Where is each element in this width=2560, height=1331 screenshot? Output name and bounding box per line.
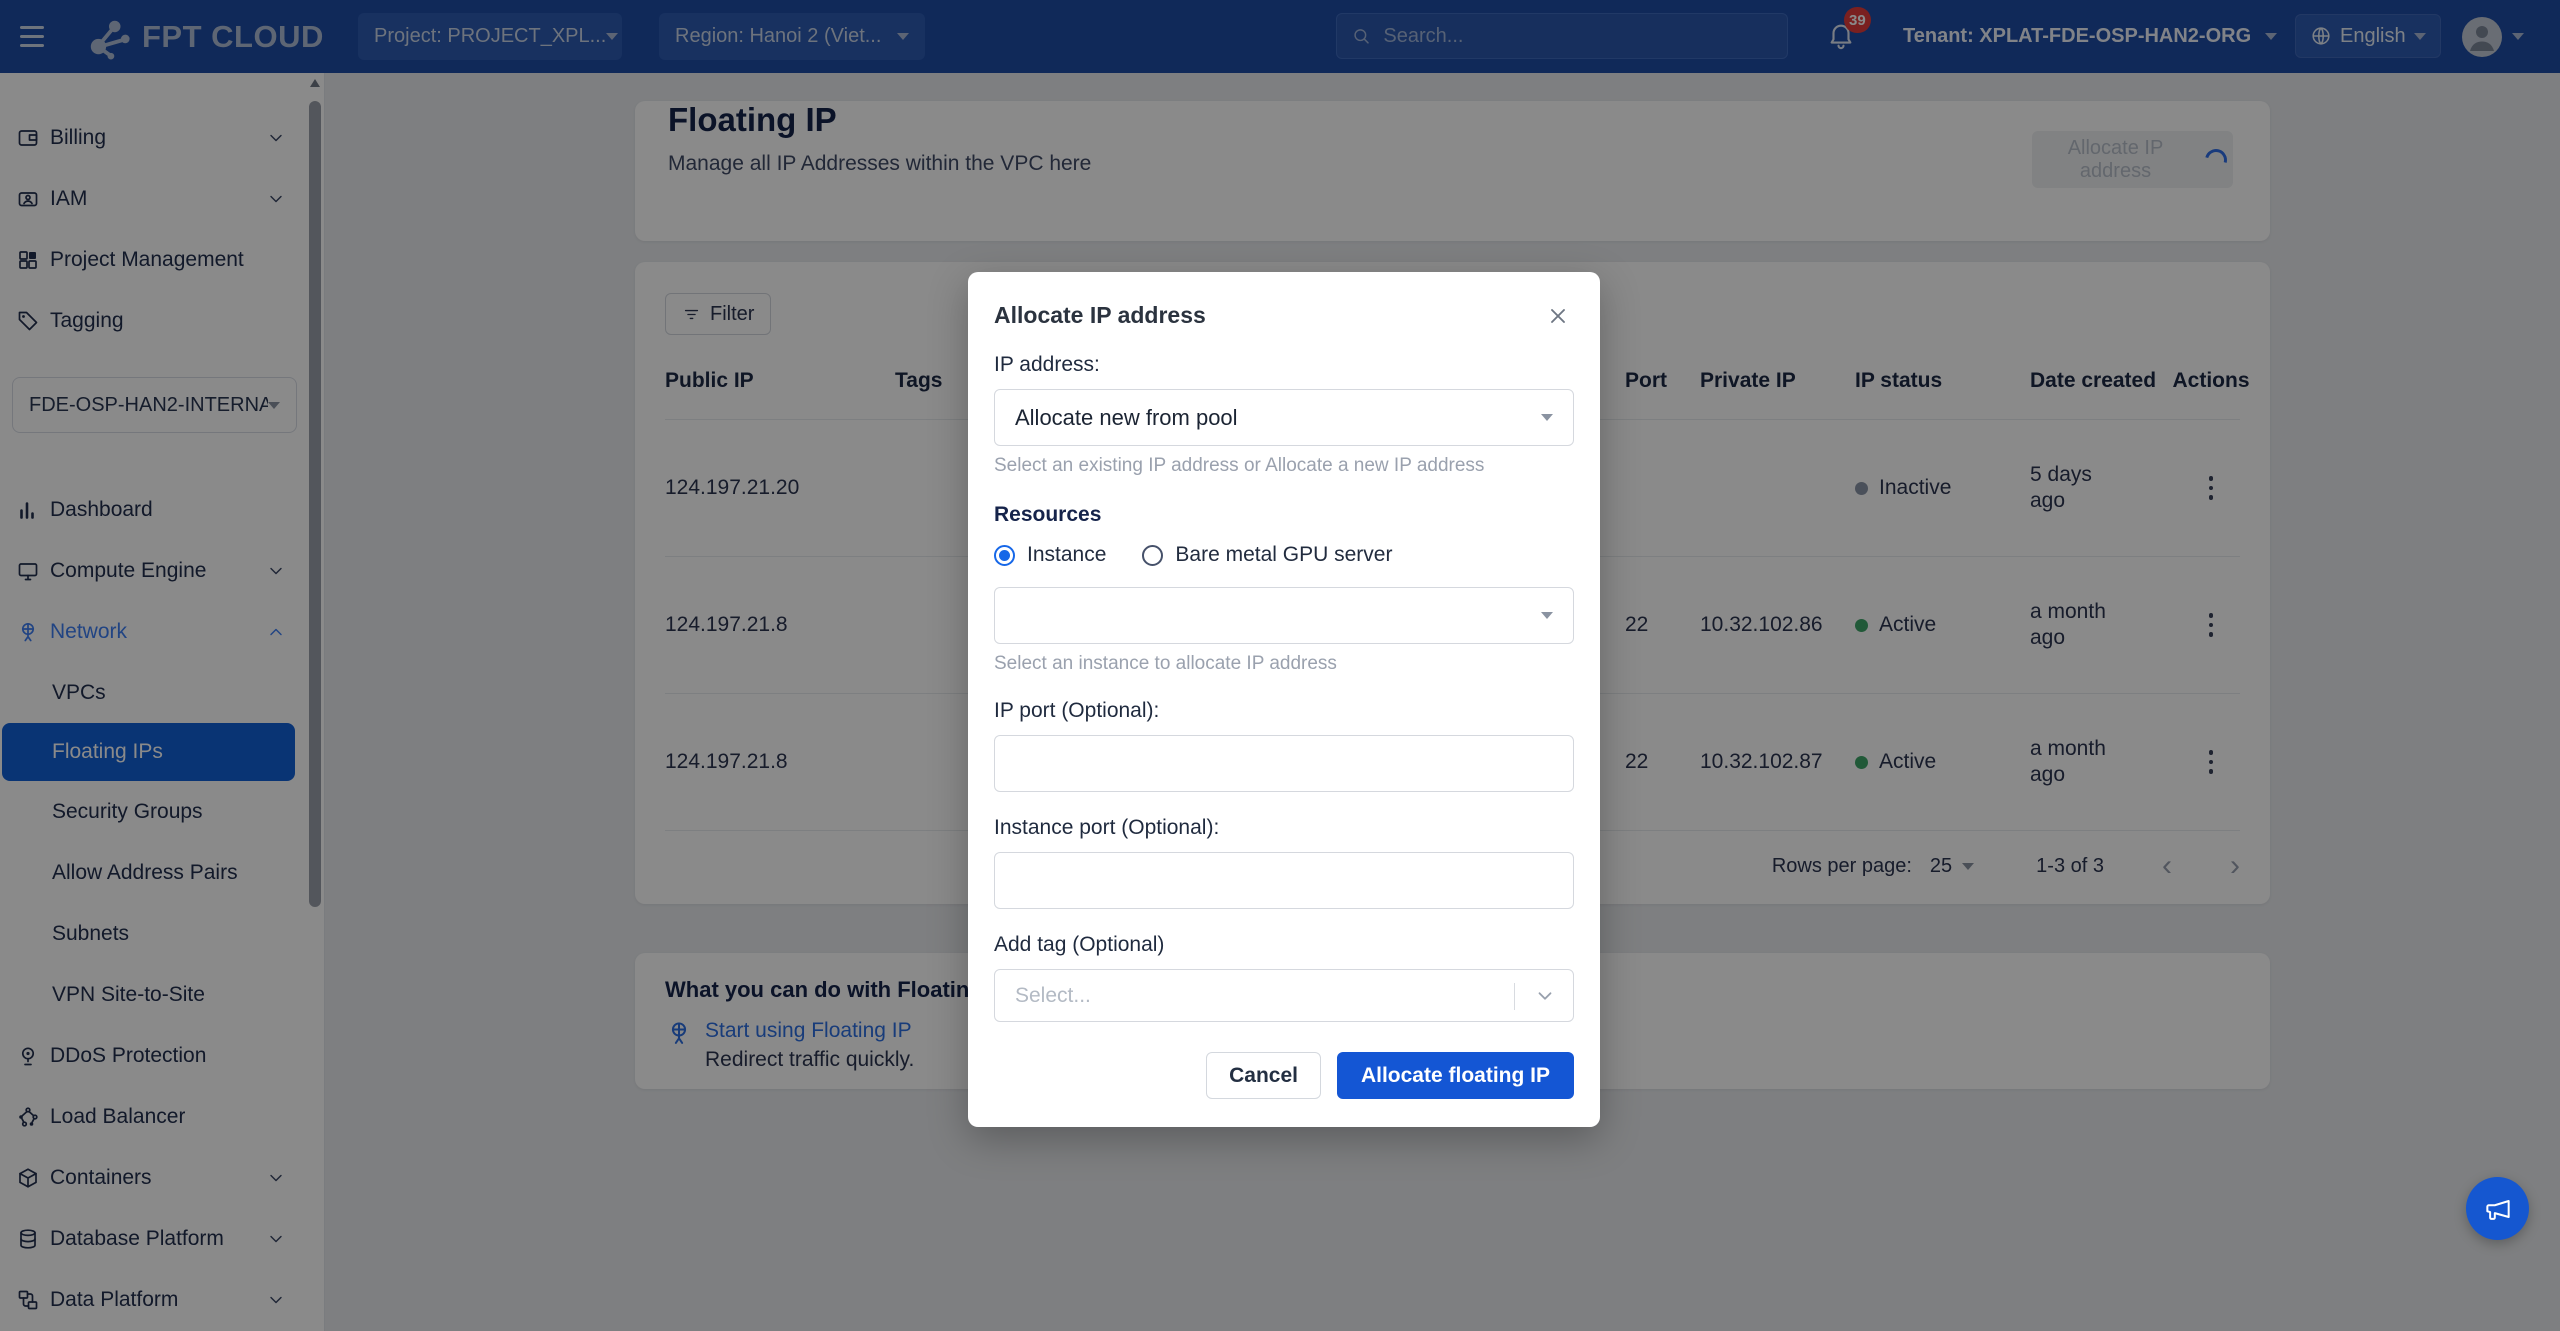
chevron-down-icon xyxy=(1541,612,1553,619)
allocate-ip-address-modal: Allocate IP address IP address: Allocate… xyxy=(968,272,1600,1127)
tag-select-placeholder: Select... xyxy=(1015,984,1091,1008)
instance-select[interactable] xyxy=(994,587,1574,644)
add-tag-select[interactable]: Select... xyxy=(994,969,1574,1022)
chevron-down-icon xyxy=(1534,985,1556,1007)
ip-address-helper: Select an existing IP address or Allocat… xyxy=(994,455,1574,477)
radio-instance[interactable]: Instance xyxy=(994,543,1106,567)
chevron-down-icon xyxy=(1541,414,1553,421)
close-button[interactable] xyxy=(1546,304,1570,328)
instance-port-input[interactable] xyxy=(994,852,1574,909)
cancel-button[interactable]: Cancel xyxy=(1206,1052,1321,1099)
add-tag-label: Add tag (Optional) xyxy=(994,933,1574,957)
ip-port-label: IP port (Optional): xyxy=(994,699,1574,723)
radio-bare-metal-gpu-server[interactable]: Bare metal GPU server xyxy=(1142,543,1392,567)
ip-port-input[interactable] xyxy=(994,735,1574,792)
allocate-floating-ip-button[interactable]: Allocate floating IP xyxy=(1337,1052,1574,1099)
ip-address-label: IP address: xyxy=(994,353,1574,377)
support-announcement-button[interactable] xyxy=(2466,1177,2529,1240)
megaphone-icon xyxy=(2482,1193,2514,1225)
close-icon xyxy=(1546,304,1570,328)
instance-helper: Select an instance to allocate IP addres… xyxy=(994,653,1574,675)
resources-label: Resources xyxy=(994,503,1574,527)
modal-title: Allocate IP address xyxy=(994,302,1206,329)
radio-unselected-icon xyxy=(1142,545,1163,566)
instance-port-label: Instance port (Optional): xyxy=(994,816,1574,840)
radio-selected-icon xyxy=(994,545,1015,566)
ip-address-select[interactable]: Allocate new from pool xyxy=(994,389,1574,446)
select-divider xyxy=(1514,983,1515,1010)
